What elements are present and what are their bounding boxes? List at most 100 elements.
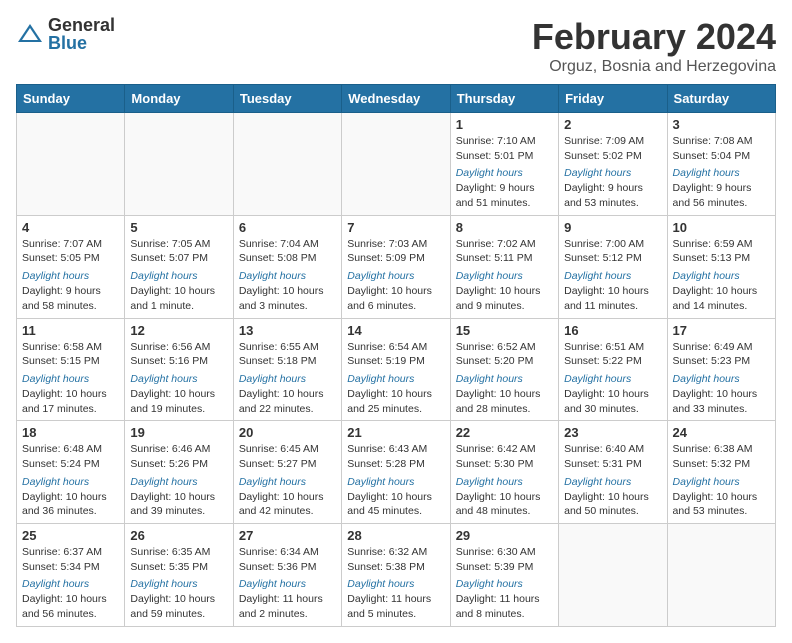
daylight-value: Daylight: 10 hours and 56 minutes. [22,592,119,621]
daylight-label: Daylight hours [130,270,197,282]
calendar-title: February 2024 [532,16,776,58]
day-sunset: Sunset: 5:22 PM [564,354,661,369]
day-cell: 8 Sunrise: 7:02 AMSunset: 5:11 PM Daylight… [450,215,558,318]
daylight-label: Daylight hours [22,270,89,282]
day-sunset: Sunset: 5:02 PM [564,149,661,164]
day-sunset: Sunset: 5:16 PM [130,354,227,369]
daylight-value: Daylight: 11 hours and 8 minutes. [456,592,553,621]
day-info: Sunrise: 6:58 AM [22,340,119,355]
day-sunset: Sunset: 5:09 PM [347,251,444,266]
day-cell: 9Sunrise: 7:00 AMSunset: 5:12 PMDaylight… [559,215,667,318]
daylight-value: Daylight: 10 hours and 39 minutes. [130,490,227,519]
day-cell: 29Sunrise: 6:30 AMSunset: 5:39 PMDayligh… [450,524,558,627]
daylight-value: Daylight: 10 hours and 19 minutes. [130,387,227,416]
daylight-value: Daylight: 11 hours and 2 minutes. [239,592,336,621]
day-number: 8 [456,220,553,235]
daylight-value: Daylight: 10 hours and 50 minutes. [564,490,661,519]
daylight-label: Daylight hours [456,373,523,385]
day-cell: 7Sunrise: 7:03 AMSunset: 5:09 PMDaylight… [342,215,450,318]
day-info: Sunrise: 6:51 AM [564,340,661,355]
day-sunset: Sunset: 5:08 PM [239,251,336,266]
daylight-label: Daylight hours [22,578,89,590]
day-sunset: Sunset: 5:15 PM [22,354,119,369]
day-cell: 11Sunrise: 6:58 AMSunset: 5:15 PMDayligh… [17,318,125,421]
day-sunset: Sunset: 5:27 PM [239,457,336,472]
day-number: 3 [673,117,770,132]
day-cell: 22Sunrise: 6:42 AMSunset: 5:30 PMDayligh… [450,421,558,524]
day-sunset: Sunset: 5:20 PM [456,354,553,369]
daylight-value: Daylight: 10 hours and 36 minutes. [22,490,119,519]
day-info: Sunrise: 6:34 AM [239,545,336,560]
day-sunset: Sunset: 5:38 PM [347,560,444,575]
day-cell: 13Sunrise: 6:55 AMSunset: 5:18 PMDayligh… [233,318,341,421]
day-info: Sunrise: 6:55 AM [239,340,336,355]
daylight-label: Daylight hours [673,373,740,385]
column-header-saturday: Saturday [667,85,775,113]
daylight-label: Daylight hours [456,476,523,488]
day-cell: 2Sunrise: 7:09 AMSunset: 5:02 PMDaylight… [559,113,667,216]
daylight-label: Daylight hours [673,476,740,488]
day-cell: 28Sunrise: 6:32 AMSunset: 5:38 PMDayligh… [342,524,450,627]
day-cell [559,524,667,627]
calendar-subtitle: Orguz, Bosnia and Herzegovina [532,58,776,76]
day-info: Sunrise: 6:46 AM [130,442,227,457]
day-cell: 10Sunrise: 6:59 AMSunset: 5:13 PMDayligh… [667,215,775,318]
daylight-value: Daylight: 10 hours and 59 minutes. [130,592,227,621]
day-number: 26 [130,528,227,543]
day-number: 1 [456,117,553,132]
day-info: Sunrise: 7:04 AM [239,237,336,252]
day-sunset: Sunset: 5:24 PM [22,457,119,472]
day-cell: 16Sunrise: 6:51 AMSunset: 5:22 PMDayligh… [559,318,667,421]
day-number: 7 [347,220,444,235]
day-cell: 21Sunrise: 6:43 AMSunset: 5:28 PMDayligh… [342,421,450,524]
column-header-friday: Friday [559,85,667,113]
day-info: Sunrise: 7:09 AM [564,134,661,149]
day-number: 23 [564,425,661,440]
day-sunset: Sunset: 5:36 PM [239,560,336,575]
day-info: Sunrise: 6:40 AM [564,442,661,457]
day-cell [342,113,450,216]
day-cell: 27Sunrise: 6:34 AMSunset: 5:36 PMDayligh… [233,524,341,627]
daylight-value: Daylight: 10 hours and 53 minutes. [673,490,770,519]
day-number: 10 [673,220,770,235]
day-sunset: Sunset: 5:05 PM [22,251,119,266]
day-cell [17,113,125,216]
column-header-sunday: Sunday [17,85,125,113]
day-info: Sunrise: 6:54 AM [347,340,444,355]
day-number: 9 [564,220,661,235]
day-number: 14 [347,323,444,338]
day-sunset: Sunset: 5:35 PM [130,560,227,575]
day-number: 20 [239,425,336,440]
day-info: Sunrise: 6:43 AM [347,442,444,457]
day-number: 25 [22,528,119,543]
day-cell: 3Sunrise: 7:08 AMSunset: 5:04 PMDaylight… [667,113,775,216]
week-row-2: 4 Sunrise: 7:07 AMSunset: 5:05 PM Daylight… [17,215,776,318]
day-number: 18 [22,425,119,440]
day-info: Sunrise: 7:07 AM [22,237,119,252]
daylight-value: Daylight: 10 hours and 11 minutes. [564,284,661,313]
daylight-label: Daylight hours [456,578,523,590]
day-sunset: Sunset: 5:34 PM [22,560,119,575]
day-number: 17 [673,323,770,338]
daylight-label: Daylight hours [347,578,414,590]
daylight-label: Daylight hours [239,270,306,282]
day-cell [667,524,775,627]
day-number: 15 [456,323,553,338]
day-number: 4 [22,220,119,235]
daylight-label: Daylight hours [239,578,306,590]
day-sunset: Sunset: 5:11 PM [456,251,553,266]
daylight-value: Daylight: 10 hours and 22 minutes. [239,387,336,416]
calendar-table: SundayMondayTuesdayWednesdayThursdayFrid… [16,84,776,627]
day-cell: 4 Sunrise: 7:07 AMSunset: 5:05 PM Daylight… [17,215,125,318]
day-info: Sunrise: 7:10 AM [456,134,553,149]
daylight-value: Daylight: 10 hours and 45 minutes. [347,490,444,519]
day-info: Sunrise: 6:30 AM [456,545,553,560]
day-sunset: Sunset: 5:18 PM [239,354,336,369]
day-info: Sunrise: 7:03 AM [347,237,444,252]
day-info: Sunrise: 7:02 AM [456,237,553,252]
daylight-label: Daylight hours [456,270,523,282]
day-sunset: Sunset: 5:31 PM [564,457,661,472]
day-cell: 5Sunrise: 7:05 AMSunset: 5:07 PMDaylight… [125,215,233,318]
day-sunset: Sunset: 5:01 PM [456,149,553,164]
day-number: 28 [347,528,444,543]
